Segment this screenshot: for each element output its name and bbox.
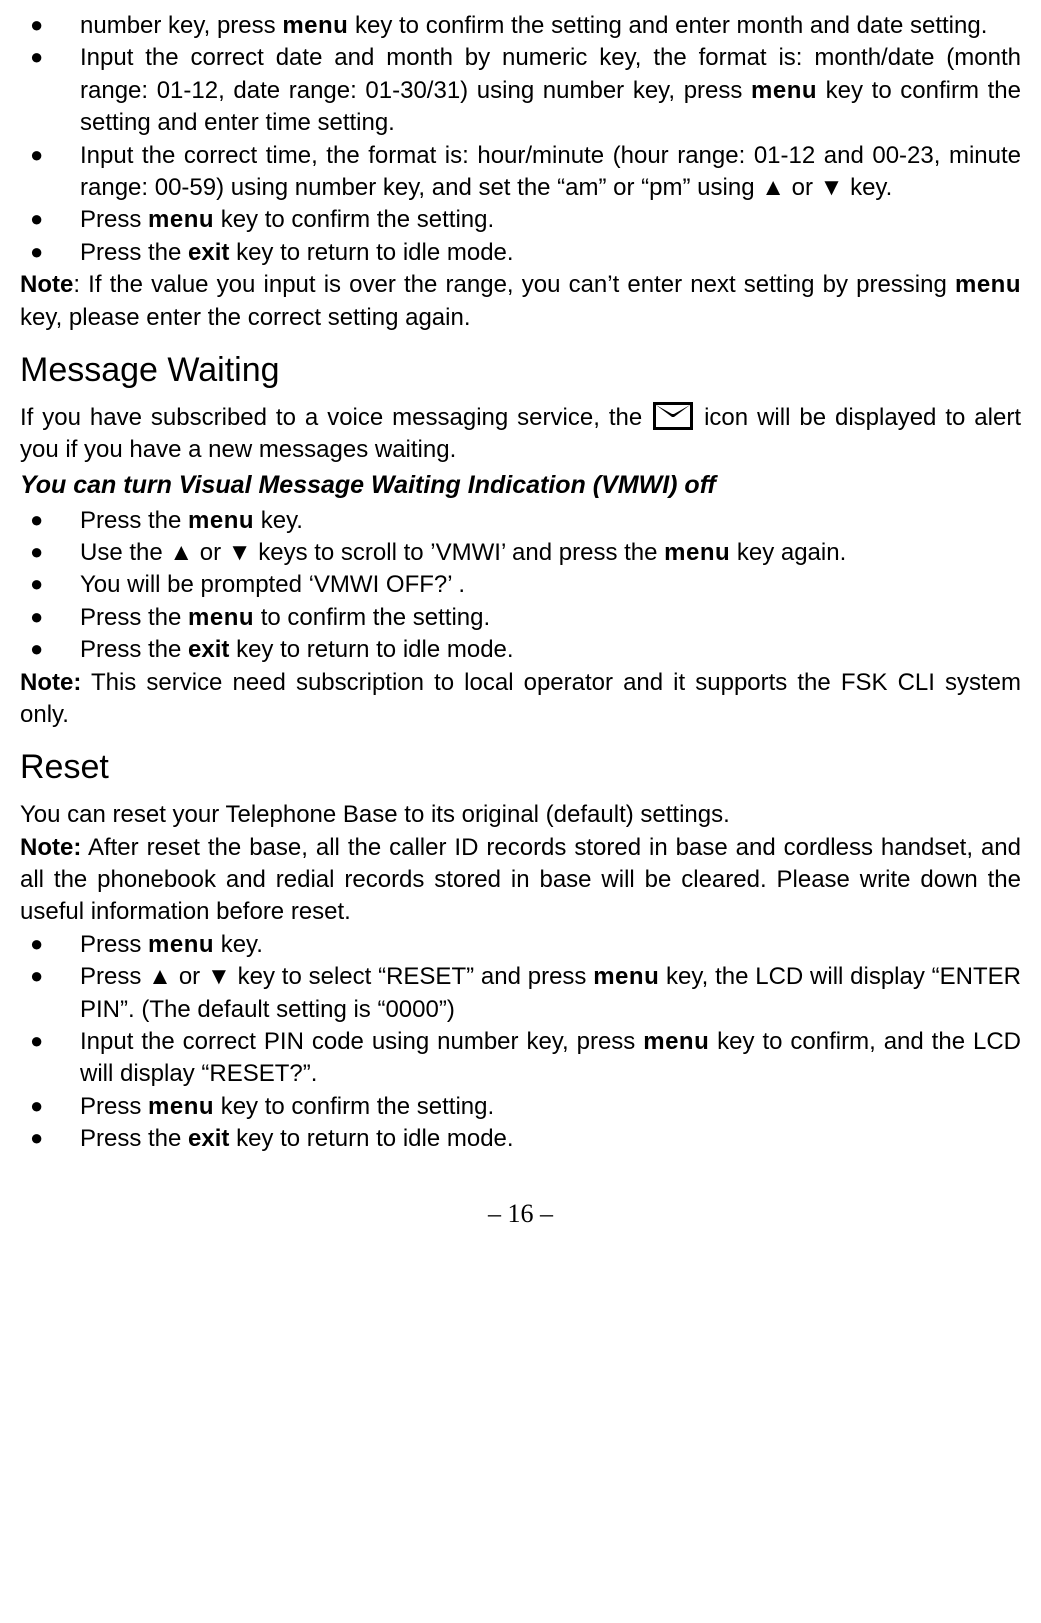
vmwi-subheading: You can turn Visual Message Waiting Indi… — [20, 469, 1021, 503]
text: to confirm the setting. — [254, 604, 490, 631]
text: Press the — [80, 239, 188, 266]
text: key to return to idle mode. — [229, 239, 513, 266]
list-item: Press the exit key to return to idle mod… — [20, 634, 1021, 666]
message-waiting-intro: If you have subscribed to a voice messag… — [20, 402, 1021, 467]
text: Press the — [80, 604, 188, 631]
reset-intro: You can reset your Telephone Base to its… — [20, 799, 1021, 831]
mail-icon — [653, 402, 693, 430]
note-text: Note: If the value you input is over the… — [20, 269, 1021, 334]
exit-key-label: exit — [188, 636, 229, 663]
text: Input the correct PIN code using number … — [80, 1028, 643, 1055]
text: Use the ▲ or ▼ keys to scroll to ’VMWI’ … — [80, 539, 664, 566]
heading-message-waiting: Message Waiting — [20, 348, 1021, 394]
menu-key-label: menu — [643, 1028, 709, 1055]
menu-key-label: menu — [188, 507, 254, 534]
note-label: Note: — [20, 669, 81, 696]
menu-key-label: menu — [148, 206, 214, 233]
text: key to return to idle mode. — [229, 636, 513, 663]
menu-key-label: menu — [664, 539, 730, 566]
menu-key-label: menu — [955, 271, 1021, 298]
menu-key-label: menu — [751, 77, 817, 104]
text: Press the — [80, 1125, 188, 1152]
list-item: Input the correct date and month by nume… — [20, 42, 1021, 139]
exit-key-label: exit — [188, 239, 229, 266]
menu-key-label: menu — [188, 604, 254, 631]
text: After reset the base, all the caller ID … — [20, 834, 1021, 926]
text: key to confirm the setting. — [214, 1093, 494, 1120]
text: key to confirm the setting. — [214, 206, 494, 233]
text: You will be prompted ‘VMWI OFF?’ . — [80, 571, 465, 598]
text: key, please enter the correct setting ag… — [20, 304, 470, 331]
text: Press the — [80, 636, 188, 663]
note-label: Note: — [20, 834, 81, 861]
list-item: Press the exit key to return to idle mod… — [20, 1123, 1021, 1155]
text: Press the — [80, 507, 188, 534]
list-item: Use the ▲ or ▼ keys to scroll to ’VMWI’ … — [20, 537, 1021, 569]
list-item: You will be prompted ‘VMWI OFF?’ . — [20, 569, 1021, 601]
text: key. — [254, 507, 303, 534]
text: key to return to idle mode. — [229, 1125, 513, 1152]
text: : If the value you input is over the ran… — [73, 271, 955, 298]
text: Press — [80, 931, 148, 958]
list-item: Press the menu key. — [20, 505, 1021, 537]
list-item: Press the exit key to return to idle mod… — [20, 237, 1021, 269]
list-item: Input the correct time, the format is: h… — [20, 140, 1021, 205]
text: number key, press — [80, 12, 282, 39]
exit-key-label: exit — [188, 1125, 229, 1152]
section1-bullets: Input the correct date and month by nume… — [20, 42, 1021, 269]
note-label: Note — [20, 271, 73, 298]
text: Press ▲ or ▼ key to select “RESET” and p… — [80, 963, 593, 990]
page-number: – 16 – — [20, 1196, 1021, 1231]
list-item: Press ▲ or ▼ key to select “RESET” and p… — [20, 961, 1021, 1026]
menu-key-label: menu — [282, 12, 348, 39]
text: Press — [80, 1093, 148, 1120]
text: This service need subscription to local … — [20, 669, 1021, 728]
text: key again. — [730, 539, 846, 566]
text: key to confirm the setting and enter mon… — [348, 12, 987, 39]
list-item: Press the menu to confirm the setting. — [20, 602, 1021, 634]
note-text: Note: After reset the base, all the call… — [20, 832, 1021, 929]
page-content: number key, press menu key to confirm th… — [20, 10, 1021, 1231]
section2-bullets: Press the menu key. Use the ▲ or ▼ keys … — [20, 505, 1021, 667]
continuation-text: number key, press menu key to confirm th… — [20, 10, 1021, 42]
note-text: Note: This service need subscription to … — [20, 667, 1021, 732]
menu-key-label: menu — [593, 963, 659, 990]
list-item: Press menu key to confirm the setting. — [20, 204, 1021, 236]
section3-bullets: Press menu key. Press ▲ or ▼ key to sele… — [20, 929, 1021, 1156]
text: key. — [214, 931, 263, 958]
list-item: Input the correct PIN code using number … — [20, 1026, 1021, 1091]
menu-key-label: menu — [148, 931, 214, 958]
text: If you have subscribed to a voice messag… — [20, 404, 651, 431]
text: Input the correct time, the format is: h… — [80, 142, 1021, 201]
list-item: Press menu key to confirm the setting. — [20, 1091, 1021, 1123]
list-item: Press menu key. — [20, 929, 1021, 961]
text: Press — [80, 206, 148, 233]
menu-key-label: menu — [148, 1093, 214, 1120]
heading-reset: Reset — [20, 745, 1021, 791]
